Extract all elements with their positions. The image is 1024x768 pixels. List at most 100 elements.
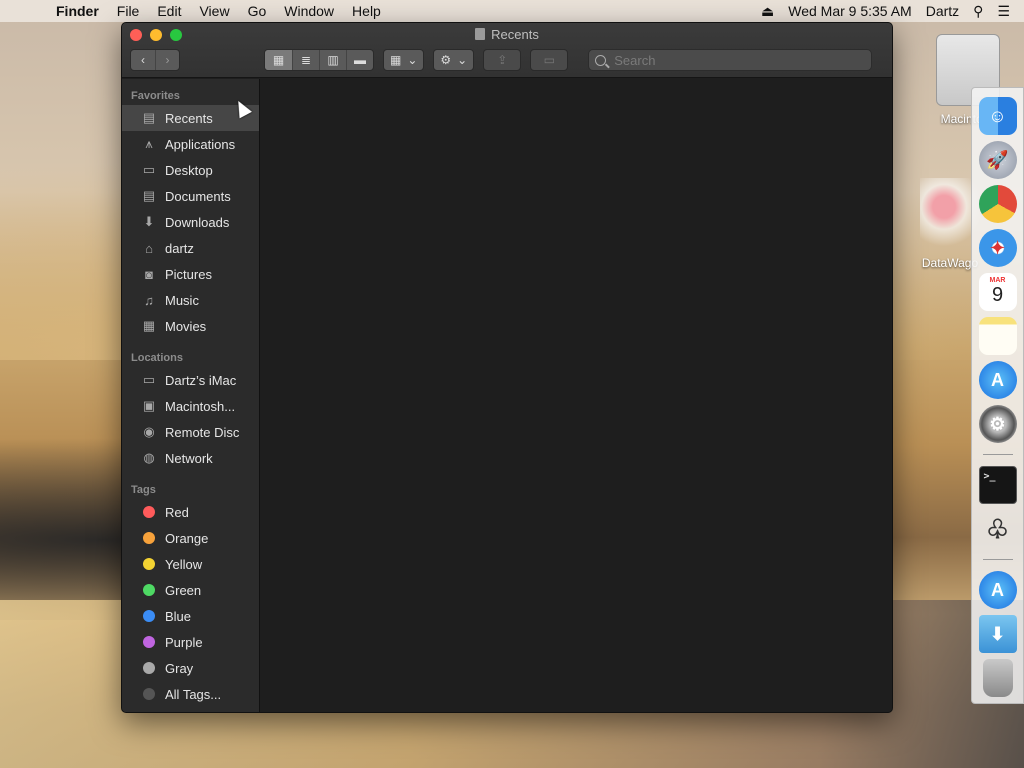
- menu-bar: Finder File Edit View Go Window Help ⏏ W…: [0, 0, 1024, 22]
- grid-icon: ▦: [390, 53, 402, 67]
- gallery-view-button[interactable]: ▬: [346, 50, 373, 70]
- sidebar-tag-blue[interactable]: Blue: [122, 603, 259, 629]
- tag-dot-icon: [140, 529, 158, 547]
- sidebar-item-pictures[interactable]: ◙ Pictures: [122, 261, 259, 287]
- sidebar-tag-yellow[interactable]: Yellow: [122, 551, 259, 577]
- share-icon: ⇪: [497, 53, 508, 67]
- view-switcher: ▦ ≣ ▥ ▬: [264, 49, 374, 71]
- menu-file[interactable]: File: [117, 3, 140, 19]
- launchpad-icon[interactable]: 🚀: [978, 141, 1017, 179]
- sidebar-item-label: Remote Disc: [165, 424, 240, 440]
- sidebar-item-music[interactable]: ♫ Music: [122, 287, 259, 313]
- camera-icon: ◙: [145, 266, 153, 282]
- notification-center-icon[interactable]: ☰: [997, 3, 1010, 20]
- tag-dot-icon: [140, 581, 158, 599]
- sidebar-item-imac[interactable]: ▭ Dartz’s iMac: [122, 367, 259, 393]
- sidebar-item-label: Documents: [165, 188, 231, 204]
- back-button[interactable]: ‹: [131, 50, 155, 70]
- menu-view[interactable]: View: [199, 3, 229, 19]
- home-icon: ⌂: [145, 240, 153, 256]
- menu-window[interactable]: Window: [284, 3, 334, 19]
- clock[interactable]: Wed Mar 9 5:35 AM: [788, 3, 911, 19]
- notes-icon[interactable]: [978, 317, 1017, 355]
- downloads-icon: ⬇: [143, 214, 155, 229]
- sidebar-item-label: Recents: [165, 110, 213, 126]
- documents-icon: ▤: [142, 188, 156, 203]
- tag-dot-icon: [140, 555, 158, 573]
- sidebar-item-home[interactable]: ⌂ dartz: [122, 235, 259, 261]
- globe-icon: ◍: [143, 450, 155, 465]
- sidebar-item-label: Orange: [165, 530, 209, 546]
- disc-icon: ◉: [143, 424, 155, 439]
- file-browser-content[interactable]: [260, 79, 892, 712]
- edit-tags-button[interactable]: ▭: [530, 49, 569, 71]
- sidebar-item-remote-disc[interactable]: ◉ Remote Disc: [122, 419, 259, 445]
- sidebar-all-tags[interactable]: All Tags...: [122, 681, 259, 707]
- sidebar-item-label: Purple: [165, 634, 203, 650]
- menu-edit[interactable]: Edit: [157, 3, 181, 19]
- menu-finder[interactable]: Finder: [56, 3, 99, 19]
- red-dot-icon: [143, 506, 155, 518]
- sidebar-item-label: Movies: [165, 318, 207, 334]
- sidebar-item-label: Red: [165, 504, 189, 520]
- safari-icon[interactable]: ✦: [978, 229, 1017, 267]
- sidebar-item-macintosh-hd[interactable]: ▣ Macintosh...: [122, 393, 259, 419]
- sidebar-tag-orange[interactable]: Orange: [122, 525, 259, 551]
- spotlight-icon[interactable]: ⚲: [973, 3, 983, 20]
- chrome-icon[interactable]: [978, 185, 1017, 223]
- group-by-button[interactable]: ▦ ⌄: [383, 49, 425, 71]
- sidebar-item-movies[interactable]: ▦ Movies: [122, 313, 259, 339]
- finder-icon[interactable]: ☺: [978, 97, 1017, 135]
- share-button[interactable]: ⇪: [483, 49, 522, 71]
- trash-icon[interactable]: [982, 659, 1013, 697]
- icon-view-button[interactable]: ▦: [265, 50, 292, 70]
- sidebar-item-network[interactable]: ◍ Network: [122, 445, 259, 471]
- sidebar-tag-purple[interactable]: Purple: [122, 629, 259, 655]
- calendar-icon[interactable]: MAR 9: [978, 273, 1017, 311]
- user-name[interactable]: Dartz: [926, 3, 959, 19]
- all-tags-icon: [143, 688, 155, 700]
- search-field[interactable]: [588, 49, 873, 71]
- sidebar-item-label: Desktop: [165, 162, 213, 178]
- sidebar-item-desktop[interactable]: ▭ Desktop: [122, 157, 259, 183]
- applications-icon: ⩚: [145, 136, 153, 151]
- sidebar-item-label: Dartz’s iMac: [165, 372, 237, 388]
- sidebar-item-label: Downloads: [165, 214, 230, 230]
- action-button[interactable]: ⚙ ⌄: [433, 49, 475, 71]
- column-view-button[interactable]: ▥: [319, 50, 346, 70]
- menu-go[interactable]: Go: [248, 3, 267, 19]
- sidebar-item-downloads[interactable]: ⬇ Downloads: [122, 209, 259, 235]
- sidebar-item-label: Macintosh...: [165, 398, 236, 414]
- app-store-downloads-icon[interactable]: A: [978, 571, 1017, 609]
- sidebar-tag-red[interactable]: Red: [122, 499, 259, 525]
- calendar-month: MAR: [989, 277, 1006, 284]
- transmit-icon[interactable]: ♧: [979, 510, 1017, 548]
- film-icon: ▦: [142, 318, 156, 333]
- sidebar-tag-gray[interactable]: Gray: [122, 655, 259, 681]
- terminal-icon[interactable]: >_: [978, 466, 1017, 504]
- sidebar-tag-green[interactable]: Green: [122, 577, 259, 603]
- purple-dot-icon: [143, 636, 155, 648]
- tag-dot-icon: [140, 633, 158, 651]
- search-input[interactable]: [614, 52, 855, 68]
- list-view-button[interactable]: ≣: [292, 50, 319, 70]
- eject-icon[interactable]: ⏏: [761, 3, 774, 20]
- sidebar-item-label: Green: [165, 582, 202, 598]
- system-preferences-icon[interactable]: ⚙: [978, 405, 1017, 443]
- sidebar-item-applications[interactable]: ⩚ Applications: [122, 131, 259, 157]
- app-store-icon[interactable]: A: [978, 361, 1017, 399]
- gray-dot-icon: [143, 662, 155, 674]
- chevron-down-icon: ⌄: [457, 53, 468, 67]
- sidebar-item-label: Blue: [165, 608, 192, 624]
- imac-icon: ▭: [142, 372, 156, 387]
- forward-button[interactable]: ›: [155, 50, 179, 70]
- dock-separator: [982, 454, 1013, 455]
- sidebar-item-documents[interactable]: ▤ Documents: [122, 183, 259, 209]
- downloads-folder-icon[interactable]: ⬇: [978, 615, 1017, 653]
- sidebar-item-label: Applications: [165, 136, 236, 152]
- calendar-day: 9: [991, 284, 1004, 306]
- music-icon: ♫: [144, 292, 154, 308]
- recents-icon: [475, 28, 486, 40]
- menu-help[interactable]: Help: [352, 3, 381, 19]
